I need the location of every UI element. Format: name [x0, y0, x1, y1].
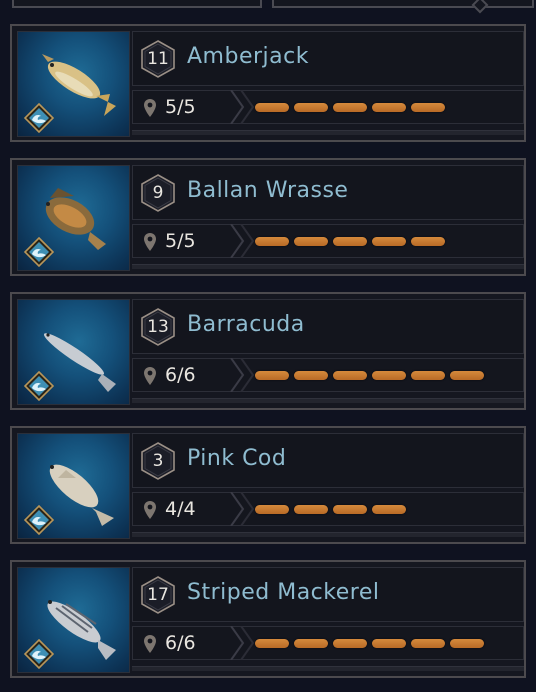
fish-card-barracuda[interactable]: 13 Barracuda 6/6	[10, 292, 526, 410]
progress-pip	[372, 103, 406, 112]
progress-pip	[333, 505, 367, 514]
progress-pip	[294, 639, 328, 648]
progress-pip	[372, 371, 406, 380]
progress-pip	[372, 505, 406, 514]
progress-pip	[255, 371, 289, 380]
progress-pip	[450, 639, 484, 648]
progress-pip	[294, 103, 328, 112]
fish-level: 17	[147, 585, 169, 605]
card-footer-bar	[132, 264, 524, 269]
water-wave-icon	[24, 103, 54, 133]
progress-pips	[255, 371, 484, 380]
progress-pip	[372, 237, 406, 246]
location-progress-row: 6/6	[132, 358, 524, 392]
fish-thumbnail	[17, 567, 130, 673]
progress-pip	[255, 237, 289, 246]
fish-level: 9	[152, 183, 164, 203]
location-progress-row: 5/5	[132, 90, 524, 124]
fish-thumbnail	[17, 31, 130, 137]
progress-pip	[333, 237, 367, 246]
fish-thumbnail	[17, 433, 130, 539]
fish-level: 11	[147, 49, 169, 69]
location-progress-row: 4/4	[132, 492, 524, 526]
progress-pip	[255, 639, 289, 648]
fish-header: 13 Barracuda	[132, 299, 524, 354]
divider-chevron	[230, 626, 255, 660]
fish-level: 3	[152, 451, 164, 471]
locations-count: 6/6	[165, 632, 196, 654]
fish-thumbnail	[17, 299, 130, 405]
fish-header: 11 Amberjack	[132, 31, 524, 86]
fish-thumbnail	[17, 165, 130, 271]
card-footer-bar	[132, 532, 524, 537]
divider-chevron	[230, 358, 255, 392]
fish-card-striped-mackerel[interactable]: 17 Striped Mackerel 6/6	[10, 560, 526, 678]
progress-pips	[255, 103, 445, 112]
water-wave-icon	[24, 639, 54, 669]
progress-pip	[333, 639, 367, 648]
fish-header: 17 Striped Mackerel	[132, 567, 524, 622]
progress-pip	[333, 371, 367, 380]
divider-chevron	[230, 90, 255, 124]
progress-pip	[372, 639, 406, 648]
fish-card-pink-cod[interactable]: 3 Pink Cod 4/4	[10, 426, 526, 544]
progress-pip	[411, 103, 445, 112]
fish-header: 9 Ballan Wrasse	[132, 165, 524, 220]
progress-pip	[333, 103, 367, 112]
fish-header: 3 Pink Cod	[132, 433, 524, 488]
progress-pip	[411, 237, 445, 246]
progress-pip	[255, 103, 289, 112]
fish-name: Amberjack	[187, 44, 309, 69]
map-pin-icon	[144, 367, 156, 385]
fish-card-amberjack[interactable]: 11 Amberjack 5/5	[10, 24, 526, 142]
locations-count: 4/4	[165, 498, 196, 520]
fish-name: Pink Cod	[187, 446, 287, 471]
progress-pip	[294, 505, 328, 514]
progress-pips	[255, 237, 445, 246]
card-footer-bar	[132, 130, 524, 135]
fish-name: Ballan Wrasse	[187, 178, 349, 203]
water-wave-icon	[24, 237, 54, 267]
locations-count: 6/6	[165, 364, 196, 386]
fish-card-ballan-wrasse[interactable]: 9 Ballan Wrasse 5/5	[10, 158, 526, 276]
map-pin-icon	[144, 99, 156, 117]
water-wave-icon	[24, 505, 54, 535]
location-progress-row: 6/6	[132, 626, 524, 660]
progress-pips	[255, 505, 406, 514]
water-wave-icon	[24, 371, 54, 401]
locations-count: 5/5	[165, 230, 196, 252]
location-progress-row: 5/5	[132, 224, 524, 258]
card-footer-bar	[132, 666, 524, 671]
progress-pip	[294, 237, 328, 246]
fish-name: Striped Mackerel	[187, 580, 380, 605]
progress-pips	[255, 639, 484, 648]
map-pin-icon	[144, 233, 156, 251]
fish-name: Barracuda	[187, 312, 305, 337]
progress-pip	[411, 639, 445, 648]
card-footer-bar	[132, 398, 524, 403]
previous-card-edge	[12, 0, 262, 8]
progress-pip	[450, 371, 484, 380]
divider-chevron	[230, 492, 255, 526]
map-pin-icon	[144, 501, 156, 519]
map-pin-icon	[144, 635, 156, 653]
progress-pip	[294, 371, 328, 380]
progress-pip	[255, 505, 289, 514]
fish-level: 13	[147, 317, 169, 337]
progress-pip	[411, 371, 445, 380]
divider-chevron	[230, 224, 255, 258]
locations-count: 5/5	[165, 96, 196, 118]
previous-card-edge-right	[272, 0, 534, 14]
